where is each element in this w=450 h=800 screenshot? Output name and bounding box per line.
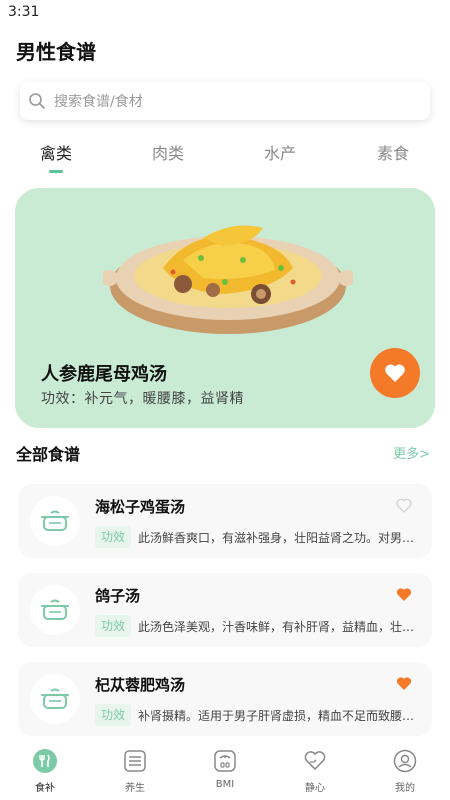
tab-meat[interactable]: 肉类 bbox=[128, 140, 208, 164]
category-tabs: 禽类 肉类 水产 素食 bbox=[0, 140, 450, 176]
heart-icon bbox=[385, 364, 405, 382]
recipe-thumbnail bbox=[30, 496, 80, 546]
nav-item-meditation[interactable]: 静心 bbox=[270, 745, 360, 800]
section-title: 全部食谱 bbox=[16, 445, 81, 464]
fork-knife-icon bbox=[33, 749, 57, 773]
nav-item-food[interactable]: 食补 bbox=[0, 745, 90, 800]
bottom-nav: 食补 养生 BMI 静心 我的 bbox=[0, 745, 450, 800]
effect-tag: 功效 bbox=[95, 615, 131, 637]
featured-recipe-title: 人参鹿尾母鸡汤 bbox=[41, 364, 167, 385]
heart-filled-icon[interactable] bbox=[396, 676, 412, 692]
more-link[interactable]: 更多> bbox=[393, 443, 430, 462]
recipe-thumbnail bbox=[30, 674, 80, 724]
favorite-button[interactable] bbox=[370, 348, 420, 398]
nav-item-health[interactable]: 养生 bbox=[90, 745, 180, 800]
recipe-card[interactable]: 杞苁蓉肥鸡汤 功效 补肾摄精。适用于男子肝肾虚损，精血不足而致腰膝酸软... bbox=[18, 662, 432, 736]
effect-tag: 功效 bbox=[95, 526, 131, 548]
search-placeholder: 搜索食谱/食材 bbox=[54, 94, 143, 110]
user-icon bbox=[393, 749, 417, 773]
tab-vegetarian[interactable]: 素食 bbox=[353, 140, 433, 164]
status-bar: 3:31 bbox=[0, 0, 450, 26]
nav-label: BMI bbox=[215, 779, 235, 790]
heart-filled-icon[interactable] bbox=[396, 587, 412, 603]
effect-tag: 功效 bbox=[95, 704, 131, 726]
heart-hand-icon bbox=[304, 751, 326, 771]
nav-label: 食补 bbox=[35, 783, 55, 794]
recipe-description: 此汤色泽美观，汁香味鲜，有补肝肾，益精血，壮阳起痿... bbox=[138, 620, 424, 634]
search-input[interactable]: 搜索食谱/食材 bbox=[20, 82, 430, 120]
recipe-name: 杞苁蓉肥鸡汤 bbox=[95, 676, 186, 694]
recipe-description: 补肾摄精。适用于男子肝肾虚损，精血不足而致腰膝酸软... bbox=[138, 709, 424, 723]
recipe-thumbnail bbox=[30, 585, 80, 635]
search-icon bbox=[29, 93, 45, 109]
recipe-card[interactable]: 海松子鸡蛋汤 功效 此汤鲜香爽口，有滋补强身，壮阳益肾之功。对男子阳痿... bbox=[18, 484, 432, 558]
pot-icon bbox=[41, 510, 69, 531]
nav-label: 我的 bbox=[395, 783, 415, 794]
tab-active-indicator bbox=[49, 170, 63, 173]
page-title: 男性食谱 bbox=[16, 40, 96, 64]
section-header: 全部食谱 更多> bbox=[16, 440, 434, 464]
featured-recipe-effect: 功效：补元气，暖腰膝，益肾精 bbox=[41, 391, 244, 407]
dish-illustration bbox=[103, 225, 353, 334]
nav-label: 静心 bbox=[305, 783, 325, 794]
tab-seafood[interactable]: 水产 bbox=[240, 140, 320, 164]
scale-icon bbox=[214, 750, 236, 772]
nav-label: 养生 bbox=[125, 783, 145, 794]
recipe-name: 鸽子汤 bbox=[95, 587, 141, 605]
pot-icon bbox=[41, 599, 69, 620]
nav-item-bmi[interactable]: BMI bbox=[180, 745, 270, 800]
pot-icon bbox=[41, 688, 69, 709]
list-icon bbox=[124, 750, 146, 772]
featured-recipe-card[interactable]: 人参鹿尾母鸡汤 功效：补元气，暖腰膝，益肾精 bbox=[15, 188, 435, 428]
status-time: 3:31 bbox=[8, 4, 40, 20]
recipe-name: 海松子鸡蛋汤 bbox=[95, 498, 186, 516]
recipe-card[interactable]: 鸽子汤 功效 此汤色泽美观，汁香味鲜，有补肝肾，益精血，壮阳起痿... bbox=[18, 573, 432, 647]
nav-item-profile[interactable]: 我的 bbox=[360, 745, 450, 800]
heart-outline-icon[interactable] bbox=[396, 498, 412, 514]
tab-poultry[interactable]: 禽类 bbox=[16, 140, 96, 164]
recipe-description: 此汤鲜香爽口，有滋补强身，壮阳益肾之功。对男子阳痿... bbox=[138, 531, 424, 545]
